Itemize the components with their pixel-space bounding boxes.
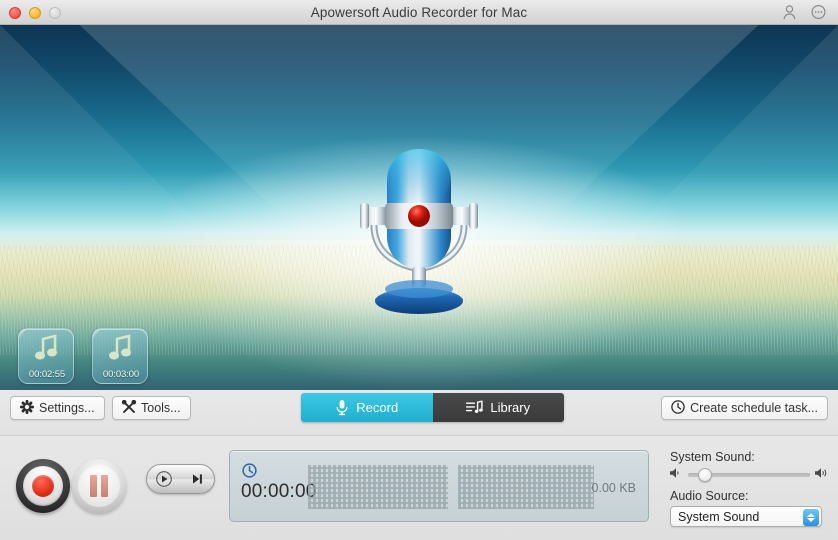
stepper-icon[interactable]: [803, 509, 819, 526]
tab-record[interactable]: Record: [301, 393, 433, 422]
list-item[interactable]: 00:02:55 Track31: [18, 328, 74, 390]
record-button[interactable]: [16, 459, 70, 513]
playlist-icon: [466, 400, 484, 415]
speaker-low-icon[interactable]: [670, 466, 683, 484]
feedback-icon[interactable]: [810, 4, 827, 21]
audio-source-label: Audio Source:: [670, 489, 749, 503]
microphone-illustration: [347, 141, 491, 316]
speaker-high-icon[interactable]: [815, 466, 830, 484]
tools-label: Tools...: [141, 401, 181, 415]
volume-slider[interactable]: [688, 468, 810, 482]
clock-icon: [242, 463, 257, 483]
settings-button[interactable]: Settings...: [10, 396, 105, 420]
minimize-button[interactable]: [29, 6, 41, 19]
hero-banner: 00:02:55 Track31 00:03:00 Track32: [0, 25, 838, 390]
tools-button[interactable]: Tools...: [112, 396, 191, 420]
recording-status-panel: 00:00:00 0.00 KB: [229, 450, 649, 522]
tab-library[interactable]: Library: [432, 393, 564, 422]
microphone-icon: [335, 399, 349, 416]
elapsed-time: 00:00:00: [241, 481, 317, 502]
track-thumbnail[interactable]: 00:02:55: [18, 328, 74, 384]
record-dot-icon: [32, 475, 54, 497]
list-item[interactable]: 00:03:00 Track32: [92, 328, 148, 390]
schedule-label: Create schedule task...: [690, 401, 818, 415]
tab-library-label: Library: [490, 400, 531, 415]
vu-meter-right: [458, 465, 594, 509]
music-note-icon: [93, 333, 147, 368]
clock-icon: [671, 399, 685, 417]
music-note-icon: [19, 333, 73, 368]
tab-record-label: Record: [356, 400, 399, 415]
pause-button[interactable]: [72, 459, 126, 513]
track-thumbnail[interactable]: 00:03:00: [92, 328, 148, 384]
playback-controls: [146, 464, 215, 494]
file-size: 0.00 KB: [591, 481, 636, 495]
play-icon: [155, 471, 172, 487]
gear-icon: [20, 399, 34, 417]
track-duration: 00:03:00: [102, 369, 140, 380]
audio-source-select[interactable]: System Sound: [670, 506, 822, 527]
titlebar-icons: [781, 0, 827, 25]
next-track-icon: [193, 474, 203, 484]
play-button[interactable]: [147, 465, 181, 493]
next-button[interactable]: [181, 465, 215, 493]
title-bar: Apowersoft Audio Recorder for Mac: [0, 0, 838, 25]
mode-tabs: Record Library: [301, 393, 564, 422]
account-icon[interactable]: [781, 4, 798, 21]
wrench-screwdriver-icon: [121, 399, 137, 417]
track-list: 00:02:55 Track31 00:03:00 Track32: [18, 328, 148, 390]
pause-icon: [89, 475, 109, 497]
system-sound-label: System Sound:: [670, 450, 755, 464]
settings-label: Settings...: [39, 401, 95, 415]
track-duration: 00:02:55: [28, 369, 66, 380]
window-title: Apowersoft Audio Recorder for Mac: [310, 4, 528, 20]
volume-slider-knob[interactable]: [697, 468, 712, 482]
app-window: Apowersoft Audio Recorder for Mac 00:02:…: [0, 0, 838, 540]
volume-slider-row: [670, 467, 830, 483]
audio-source-value: System Sound: [678, 509, 760, 524]
audio-source-panel: System Sound: Audio Source: System Sound: [670, 450, 830, 527]
create-schedule-task-button[interactable]: Create schedule task...: [661, 396, 828, 420]
close-button[interactable]: [9, 6, 21, 19]
window-controls: [9, 0, 61, 25]
zoom-button[interactable]: [49, 6, 61, 19]
vu-meter-left: [308, 465, 448, 509]
